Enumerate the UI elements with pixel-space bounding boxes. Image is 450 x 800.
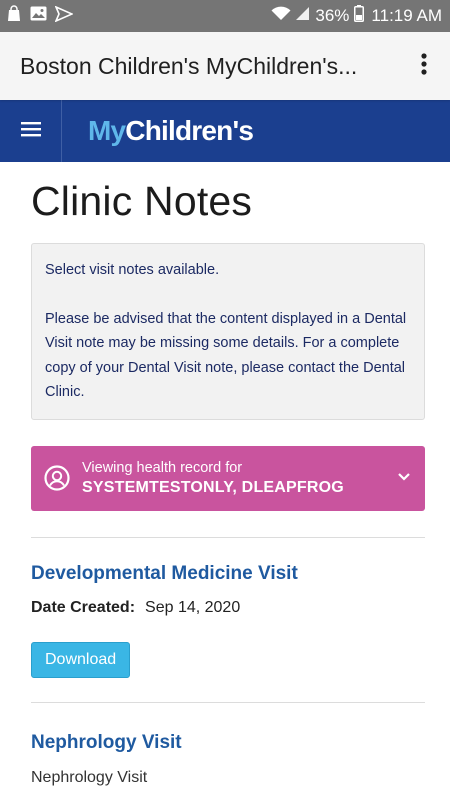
wifi-icon: [271, 6, 291, 26]
visit-title-nephrology[interactable]: Nephrology Visit: [31, 732, 425, 754]
main-content: Clinic Notes Select visit notes availabl…: [0, 178, 450, 787]
battery-icon: [354, 5, 365, 27]
overflow-menu-button[interactable]: [412, 46, 436, 86]
visit-subtitle-nephrology: Nephrology Visit: [31, 768, 148, 786]
status-bar: 36% 11:19 AM: [0, 0, 450, 32]
site-header: MyChildren's: [0, 100, 450, 162]
clock: 11:19 AM: [371, 6, 442, 25]
viewing-label: Viewing health record for: [82, 459, 243, 476]
app-bar: Boston Children's MyChildren's...: [0, 32, 450, 100]
battery-percent: 36%: [315, 6, 350, 25]
more-vertical-icon: [421, 52, 427, 80]
notice-line-1: Select visit notes available.: [45, 262, 220, 278]
viewing-text: Viewing health record for SYSTEMTESTONLY…: [82, 460, 397, 497]
page-title: Clinic Notes: [31, 178, 253, 224]
notification-icons: [6, 4, 74, 27]
app-title: Boston Children's MyChildren's...: [20, 52, 358, 79]
divider: [31, 701, 425, 703]
notice-box: Select visit notes available. Please be …: [31, 243, 425, 420]
send-icon: [54, 4, 74, 27]
mychildrens-logo[interactable]: MyChildren's: [62, 115, 254, 147]
divider: [31, 536, 425, 538]
patient-name: SYSTEMTESTONLY, DLEAPFROG: [82, 478, 344, 496]
logo-childrens: Children's: [125, 115, 254, 146]
image-icon: [30, 6, 47, 26]
date-created-value: Sep 14, 2020: [145, 598, 241, 616]
download-button[interactable]: Download: [31, 641, 131, 678]
signal-icon: [296, 6, 310, 26]
viewing-record-selector[interactable]: Viewing health record for SYSTEMTESTONLY…: [31, 445, 425, 511]
menu-button[interactable]: [0, 100, 62, 162]
system-status: 36% 11:19 AM: [271, 5, 442, 27]
logo-my: My: [88, 115, 126, 146]
notice-line-2: Please be advised that the content displ…: [45, 310, 407, 401]
shopping-bag-icon: [6, 5, 22, 27]
date-created-row: Date Created: Sep 14, 2020: [31, 599, 425, 617]
hamburger-icon: [20, 121, 41, 142]
visit-title-developmental[interactable]: Developmental Medicine Visit: [31, 563, 425, 585]
date-created-label: Date Created:: [31, 598, 136, 616]
person-circle-icon: [44, 465, 70, 491]
chevron-down-icon: [397, 469, 411, 487]
